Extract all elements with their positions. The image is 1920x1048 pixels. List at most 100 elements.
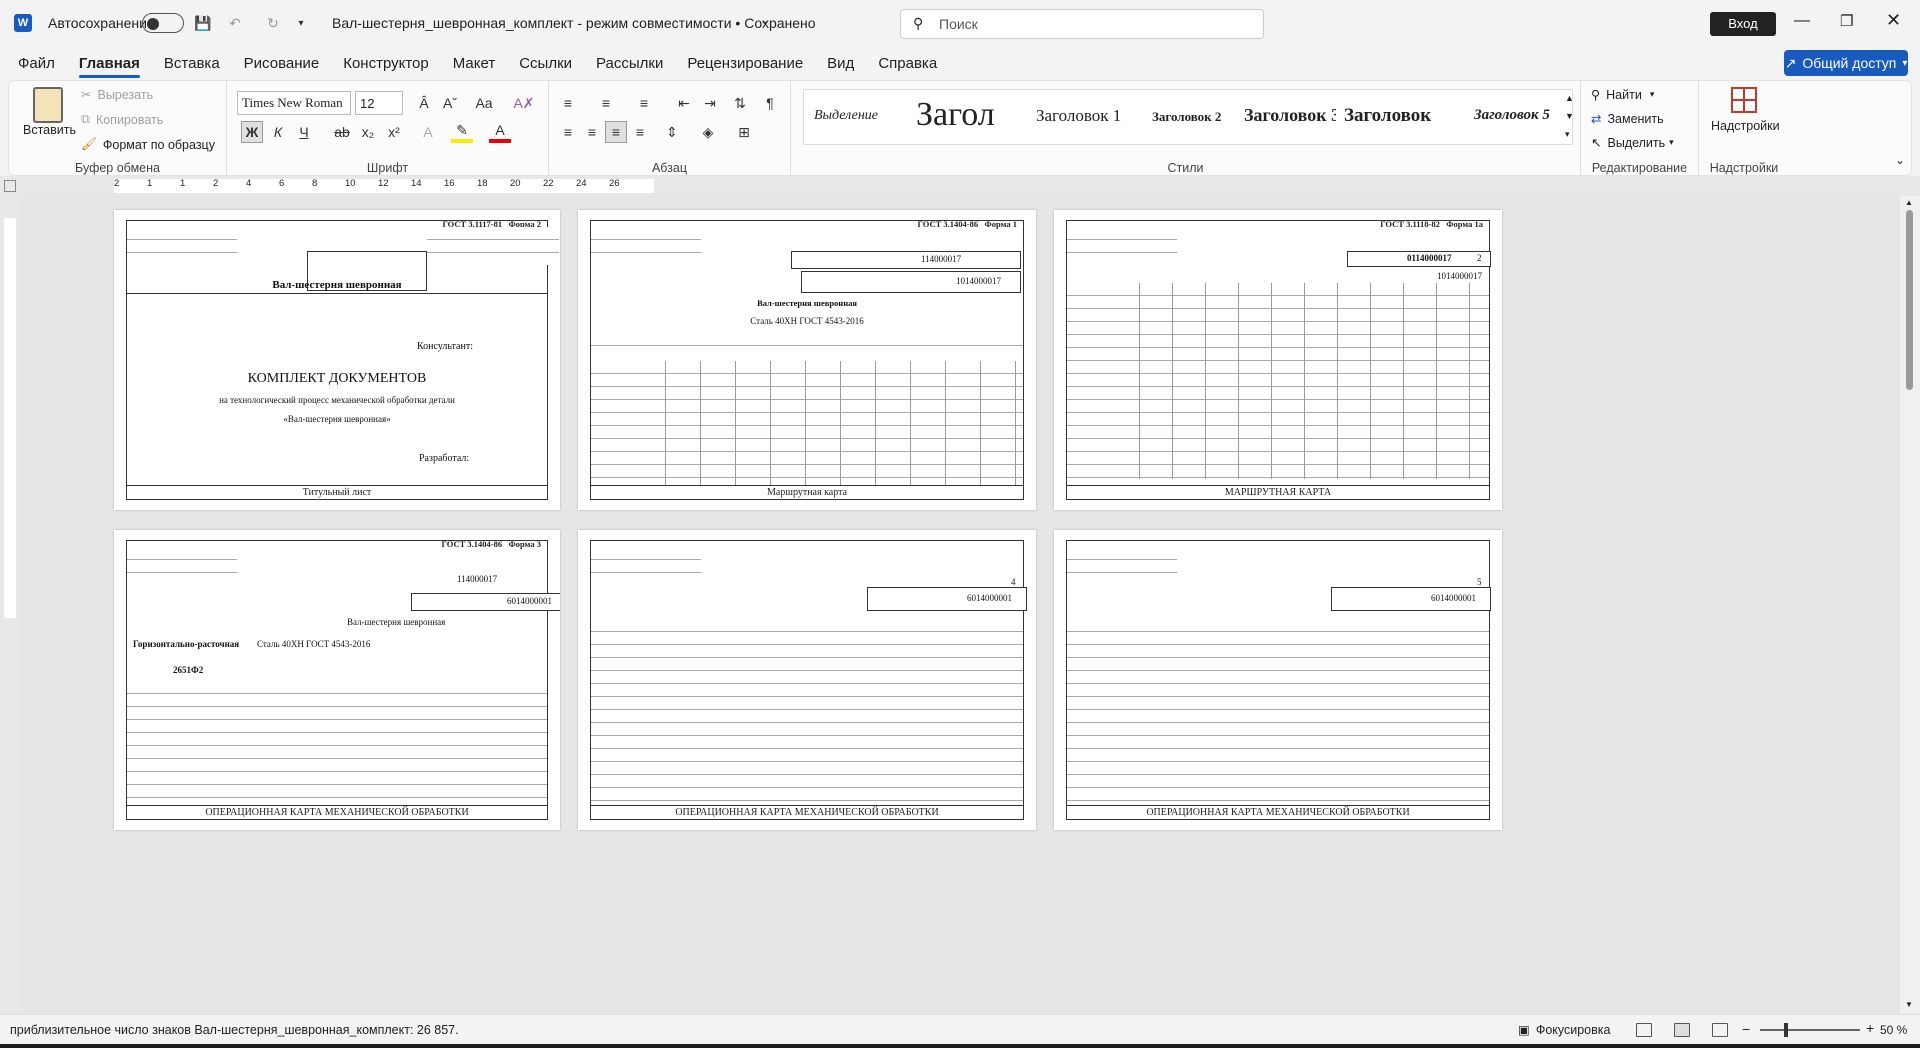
cut-button[interactable]: ✂ Вырезать xyxy=(81,87,153,103)
tab-insert[interactable]: Вставка xyxy=(152,46,232,80)
align-right-icon[interactable]: ≡ xyxy=(605,121,627,143)
print-layout-icon[interactable] xyxy=(1674,1023,1690,1037)
redo-icon[interactable]: ↻ xyxy=(262,12,284,34)
zoom-slider[interactable] xyxy=(1760,1023,1860,1037)
ruler-number: 26 xyxy=(609,178,620,189)
vertical-ruler[interactable] xyxy=(0,196,20,1014)
style-heading[interactable]: Заголовок xyxy=(1344,105,1431,127)
zoom-level[interactable]: 50 % xyxy=(1880,1023,1907,1037)
search-box[interactable]: ⚲ Поиск xyxy=(900,9,1264,39)
find-icon: ⚲ xyxy=(1591,88,1601,102)
align-left-icon[interactable]: ≡ xyxy=(557,121,579,143)
scroll-thumb[interactable] xyxy=(1906,210,1913,390)
show-marks-icon[interactable]: ¶ xyxy=(759,92,781,114)
scroll-up-icon[interactable]: ▲ xyxy=(1905,198,1913,207)
tab-layout[interactable]: Макет xyxy=(441,46,507,80)
scroll-down-icon[interactable]: ▼ xyxy=(1905,1000,1913,1009)
borders-icon[interactable]: ⊞ xyxy=(733,121,755,143)
close-icon[interactable]: ✕ xyxy=(1886,10,1901,31)
highlight-icon[interactable]: ✎ xyxy=(451,121,473,143)
word-count-status[interactable]: приблизительное число знаков Вал-шестерн… xyxy=(10,1023,459,1037)
font-family-combo[interactable]: Times New Roman xyxy=(237,91,351,115)
text-effects-icon[interactable]: A xyxy=(417,121,439,143)
tab-help[interactable]: Справка xyxy=(866,46,949,80)
signin-button[interactable]: Вход xyxy=(1710,12,1776,36)
format-painter-button[interactable]: 🖌 Формат по образцу xyxy=(81,137,215,152)
subscript-icon[interactable]: x₂ xyxy=(357,121,379,143)
clear-format-icon[interactable]: A✗ xyxy=(513,92,535,114)
title-bar: W Автосохранение 💾 ↶ ↻ ▾ Вал-шестерня_ше… xyxy=(0,0,1920,46)
collapse-ribbon-icon[interactable]: ⌄ xyxy=(1895,153,1905,167)
restore-icon[interactable]: ❐ xyxy=(1840,12,1853,30)
paste-button[interactable]: Вставить xyxy=(23,123,76,137)
tab-file[interactable]: Файл xyxy=(6,46,67,80)
tab-references[interactable]: Ссылки xyxy=(507,46,584,80)
minimize-icon[interactable]: — xyxy=(1794,12,1810,30)
find-button[interactable]: ⚲ Найти ▾ xyxy=(1591,87,1654,103)
tab-mailings[interactable]: Рассылки xyxy=(584,46,675,80)
increase-indent-icon[interactable]: ⇥ xyxy=(699,92,721,114)
numbering-icon[interactable]: ≡ xyxy=(595,92,617,114)
addins-icon[interactable] xyxy=(1731,87,1757,113)
style-heading-3[interactable]: Заголовок 3 xyxy=(1244,105,1336,126)
sort-icon[interactable]: ⇅ xyxy=(729,92,751,114)
style-heading-1[interactable]: Заголовок 1 xyxy=(1036,106,1121,126)
page-operation-card-2[interactable]: 4 6014000001 ОПЕРАЦИОННАЯ КАРТА МЕХАНИЧЕ… xyxy=(578,530,1036,830)
zoom-in-icon[interactable]: + xyxy=(1866,1020,1874,1036)
font-size-combo[interactable]: 12 xyxy=(355,91,403,115)
style-heading-5[interactable]: Заголовок 5 xyxy=(1474,107,1550,124)
share-button[interactable]: ↗ Общий доступ ▾ xyxy=(1784,50,1908,76)
undo-icon[interactable]: ↶ xyxy=(224,12,246,34)
customize-toolbar-icon[interactable]: ▾ xyxy=(290,12,312,34)
horizontal-ruler[interactable]: 2 1 1 2 4 6 8 10 12 14 16 18 20 22 24 26 xyxy=(0,176,1920,196)
underline-button[interactable]: Ч xyxy=(293,121,315,143)
align-center-icon[interactable]: ≡ xyxy=(581,121,603,143)
style-title[interactable]: Загол xyxy=(916,96,995,134)
superscript-icon[interactable]: x² xyxy=(383,121,405,143)
title-chevron-icon[interactable]: ⌄ xyxy=(760,14,769,27)
style-heading-2[interactable]: Заголовок 2 xyxy=(1152,109,1221,125)
style-emphasis[interactable]: Выделение xyxy=(814,108,878,124)
font-color-icon[interactable]: A xyxy=(489,121,511,143)
multilevel-list-icon[interactable]: ≡ xyxy=(633,92,655,114)
doc-code-2: 6014000001 xyxy=(507,596,552,606)
page-route-card[interactable]: ГОСТ 3.1404-86 Форма 1 114000017 1014000… xyxy=(578,210,1036,510)
replace-button[interactable]: ⇄ Заменить xyxy=(1591,111,1664,127)
read-mode-icon[interactable] xyxy=(1636,1023,1652,1037)
tab-draw[interactable]: Рисование xyxy=(232,46,332,80)
save-icon[interactable]: 💾 xyxy=(192,12,214,34)
autosave-toggle[interactable] xyxy=(142,13,184,33)
bold-button[interactable]: Ж xyxy=(241,121,263,143)
tab-home[interactable]: Главная xyxy=(67,46,152,80)
shading-icon[interactable]: ◈ xyxy=(697,121,719,143)
copy-button[interactable]: ⧉ Копировать xyxy=(81,112,163,127)
line-spacing-icon[interactable]: ⇕ xyxy=(661,121,683,143)
tab-design[interactable]: Конструктор xyxy=(331,46,441,80)
page-route-card-2[interactable]: ГОСТ 3.1118-82 Форма 1а 0114000017 2 101… xyxy=(1054,210,1502,510)
paste-icon[interactable] xyxy=(33,87,63,123)
styles-scroll-icon[interactable]: ▲ ▼ ▾ xyxy=(1565,89,1574,143)
change-case-icon[interactable]: Aa xyxy=(473,92,495,114)
page-operation-card[interactable]: ГОСТ 3.1404-86 Форма 3 114000017 6014000… xyxy=(114,530,560,830)
select-button[interactable]: ↖ Выделить ▾ xyxy=(1591,135,1674,151)
ruler-tab-selector-icon[interactable] xyxy=(4,180,16,192)
shrink-font-icon[interactable]: Aˇ xyxy=(439,92,461,114)
grow-font-icon[interactable]: Â xyxy=(413,92,435,114)
strikethrough-icon[interactable]: ab xyxy=(331,121,353,143)
tab-view[interactable]: Вид xyxy=(815,46,866,80)
justify-icon[interactable]: ≡ xyxy=(629,121,651,143)
bullets-icon[interactable]: ≡ xyxy=(557,92,579,114)
italic-button[interactable]: К xyxy=(267,121,289,143)
web-layout-icon[interactable] xyxy=(1712,1023,1728,1037)
focus-mode-button[interactable]: ▣ Фокусировка xyxy=(1518,1022,1610,1038)
zoom-slider-thumb[interactable] xyxy=(1784,1023,1788,1037)
decrease-indent-icon[interactable]: ⇤ xyxy=(673,92,695,114)
doc-code-1: 114000017 xyxy=(457,574,498,584)
document-title[interactable]: Вал-шестерня_шевронная_комплект - режим … xyxy=(332,15,816,31)
vertical-scrollbar[interactable]: ▲ ▼ xyxy=(1900,196,1920,1014)
addins-button[interactable]: Надстройки xyxy=(1711,119,1780,133)
page-operation-card-3[interactable]: 5 6014000001 ОПЕРАЦИОННАЯ КАРТА МЕХАНИЧЕ… xyxy=(1054,530,1502,830)
tab-review[interactable]: Рецензирование xyxy=(675,46,815,80)
page-title-sheet[interactable]: ГОСТ 3.1117-81 Форма 2 Вал-шестерня шевр… xyxy=(114,210,560,510)
zoom-out-icon[interactable]: − xyxy=(1742,1021,1750,1037)
